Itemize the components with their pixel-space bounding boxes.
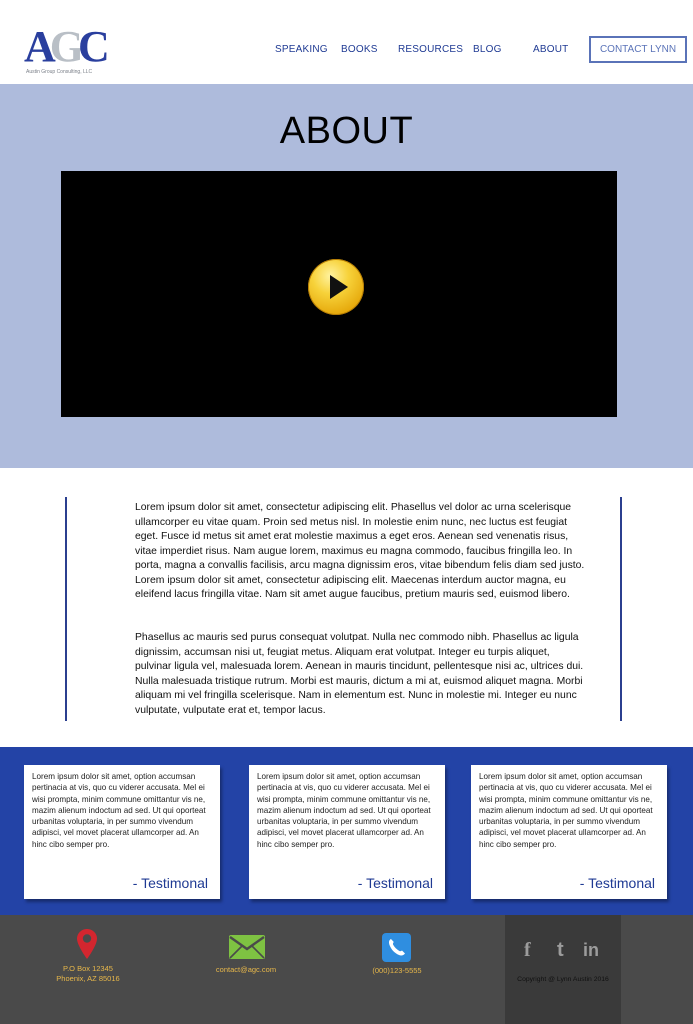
mail-icon <box>229 935 265 959</box>
testimonial-signature: - Testimonal <box>579 875 655 891</box>
testimonial-card: Lorem ipsum dolor sit amet, option accum… <box>24 765 220 899</box>
facebook-icon[interactable]: f <box>524 939 531 962</box>
testimonials-section: Lorem ipsum dolor sit amet, option accum… <box>0 747 693 915</box>
about-paragraph-2: Phasellus ac mauris sed purus consequat … <box>135 632 584 716</box>
video-player[interactable] <box>61 171 617 417</box>
logo-letter-a: A <box>24 22 56 71</box>
social-panel: f t in Copyright @ Lynn Austin 2016 <box>505 915 621 1024</box>
site-footer: P.O Box 12345 Phoenix, AZ 85016 contact@… <box>0 915 693 1024</box>
address-line-2: Phoenix, AZ 85016 <box>56 974 120 983</box>
logo-letter-c: C <box>78 22 110 71</box>
nav-blog[interactable]: BLOG <box>473 44 502 55</box>
copyright-text: Copyright @ Lynn Austin 2016 <box>517 976 609 983</box>
nav-books[interactable]: BOOKS <box>341 44 378 55</box>
logo-letters: AGC <box>24 25 110 69</box>
address-line-1: P.O Box 12345 <box>63 964 113 973</box>
testimonial-text: Lorem ipsum dolor sit amet, option accum… <box>257 772 431 849</box>
phone-link[interactable]: (000)123-5555 <box>347 966 447 976</box>
testimonial-signature: - Testimonal <box>132 875 208 891</box>
logo-letter-g: G <box>49 22 84 71</box>
page-title: ABOUT <box>279 110 414 152</box>
about-hero: ABOUT <box>0 84 693 468</box>
logo-tagline: Austin Group Consulting, LLC <box>26 69 93 75</box>
testimonial-signature: - Testimonal <box>357 875 433 891</box>
contact-lynn-button[interactable]: CONTACT LYNN <box>589 36 687 63</box>
linkedin-icon[interactable]: in <box>583 940 599 961</box>
twitter-icon[interactable]: t <box>557 939 564 962</box>
testimonial-card: Lorem ipsum dolor sit amet, option accum… <box>471 765 667 899</box>
phone-icon <box>382 933 411 962</box>
site-header: AGC Austin Group Consulting, LLC SPEAKIN… <box>0 0 693 84</box>
agc-logo[interactable]: AGC Austin Group Consulting, LLC <box>24 25 110 76</box>
about-text-block: Lorem ipsum dolor sit amet, consectetur … <box>65 497 622 721</box>
address: P.O Box 12345 Phoenix, AZ 85016 <box>38 964 138 984</box>
about-paragraph-1: Lorem ipsum dolor sit amet, consectetur … <box>135 502 585 600</box>
nav-speaking[interactable]: SPEAKING <box>275 44 328 55</box>
play-button-icon[interactable] <box>308 259 364 315</box>
testimonial-text: Lorem ipsum dolor sit amet, option accum… <box>32 772 206 849</box>
map-pin-icon <box>77 929 97 959</box>
nav-about[interactable]: ABOUT <box>533 44 568 55</box>
nav-resources[interactable]: RESOURCES <box>398 44 463 55</box>
testimonial-card: Lorem ipsum dolor sit amet, option accum… <box>249 765 445 899</box>
email-link[interactable]: contact@agc.com <box>196 965 296 975</box>
testimonial-text: Lorem ipsum dolor sit amet, option accum… <box>479 772 653 849</box>
